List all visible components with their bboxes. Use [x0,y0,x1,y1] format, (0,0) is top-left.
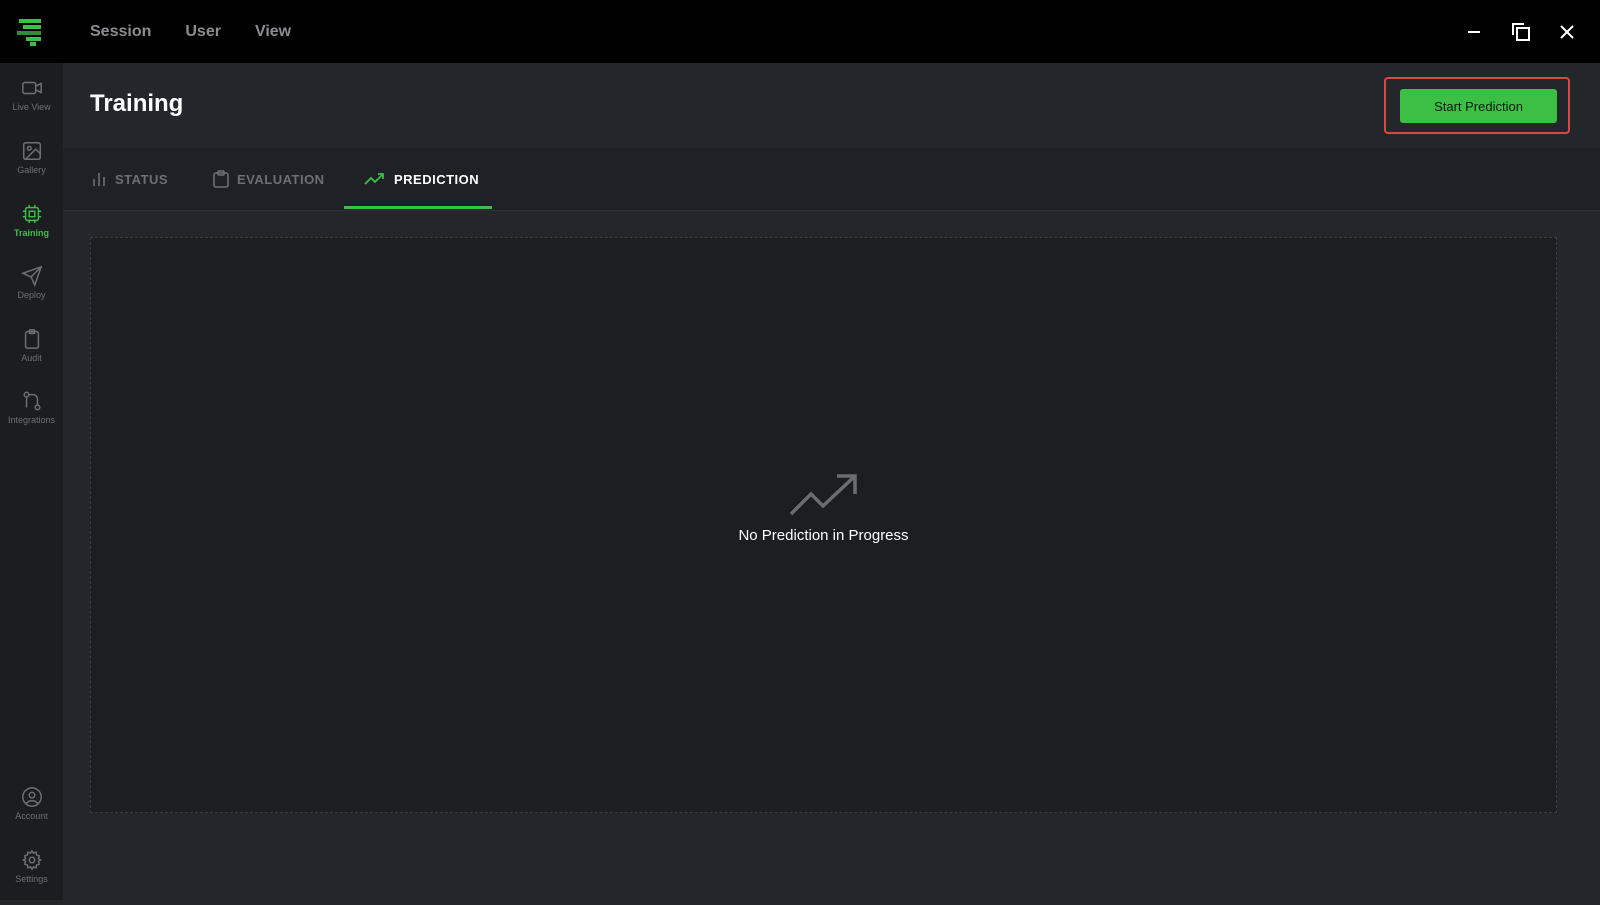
minimize-button[interactable] [1456,0,1492,63]
sidebar-item-label: Live View [12,102,51,112]
active-tab-indicator [344,206,492,209]
trending-up-icon [789,474,857,516]
sidebar-item-label: Account [15,811,48,821]
sidebar-item-label: Integrations [7,415,56,425]
restore-icon [1512,22,1530,41]
prediction-panel: No Prediction in Progress [90,237,1557,813]
cpu-chip-icon [22,204,41,224]
image-icon [22,142,41,160]
sidebar-item-gallery[interactable]: Gallery [0,140,63,196]
sidebar-item-account[interactable]: Account [0,786,63,842]
tab-status[interactable]: STATUS [91,148,168,210]
clipboard-icon [24,329,39,349]
restore-button[interactable] [1503,0,1539,63]
sidebar-item-audit[interactable]: Audit [0,328,63,384]
sidebar-item-training[interactable]: Training [0,203,63,259]
menu-bar: Session User View [90,0,291,63]
gear-icon [21,849,42,871]
tab-label: PREDICTION [394,171,480,187]
page-title: Training [90,90,184,117]
bar-chart-icon [93,173,105,186]
app-logo-icon [17,19,41,46]
user-circle-icon [21,787,42,807]
sidebar-item-deploy[interactable]: Deploy [0,265,63,321]
tab-prediction[interactable]: PREDICTION [364,148,479,210]
sidebar-item-label: Audit [21,353,42,363]
sidebar-item-label: Training [13,228,49,238]
close-button[interactable] [1549,0,1585,63]
git-branch-icon [22,391,41,411]
sidebar-item-settings[interactable]: Settings [0,849,63,905]
sidebar: Live View Gallery Training Deploy Audit … [0,63,63,900]
tab-evaluation[interactable]: EVALUATION [213,148,325,210]
menu-user[interactable]: User [185,23,221,41]
clipboard-icon [213,170,229,188]
title-bar: Session User View [0,0,1600,63]
tab-label: EVALUATION [237,171,325,187]
sidebar-item-label: Deploy [17,290,46,300]
menu-view[interactable]: View [255,23,291,41]
sidebar-item-label: Gallery [17,165,46,175]
tab-bar: STATUS EVALUATION PREDICTION [63,148,1600,211]
start-prediction-button[interactable]: Start Prediction [1400,89,1557,123]
paper-plane-icon [20,265,42,287]
menu-session[interactable]: Session [90,23,151,41]
empty-state-message: No Prediction in Progress [738,527,909,544]
empty-state: No Prediction in Progress [91,473,1556,544]
trending-up-icon [364,173,384,185]
close-icon [1560,24,1574,39]
tab-label: STATUS [115,171,169,187]
sidebar-item-label: Settings [15,874,48,884]
minimize-icon [1468,30,1480,33]
sidebar-item-integrations[interactable]: Integrations [0,390,63,446]
sidebar-item-live-view[interactable]: Live View [0,77,63,133]
video-camera-icon [21,81,42,95]
